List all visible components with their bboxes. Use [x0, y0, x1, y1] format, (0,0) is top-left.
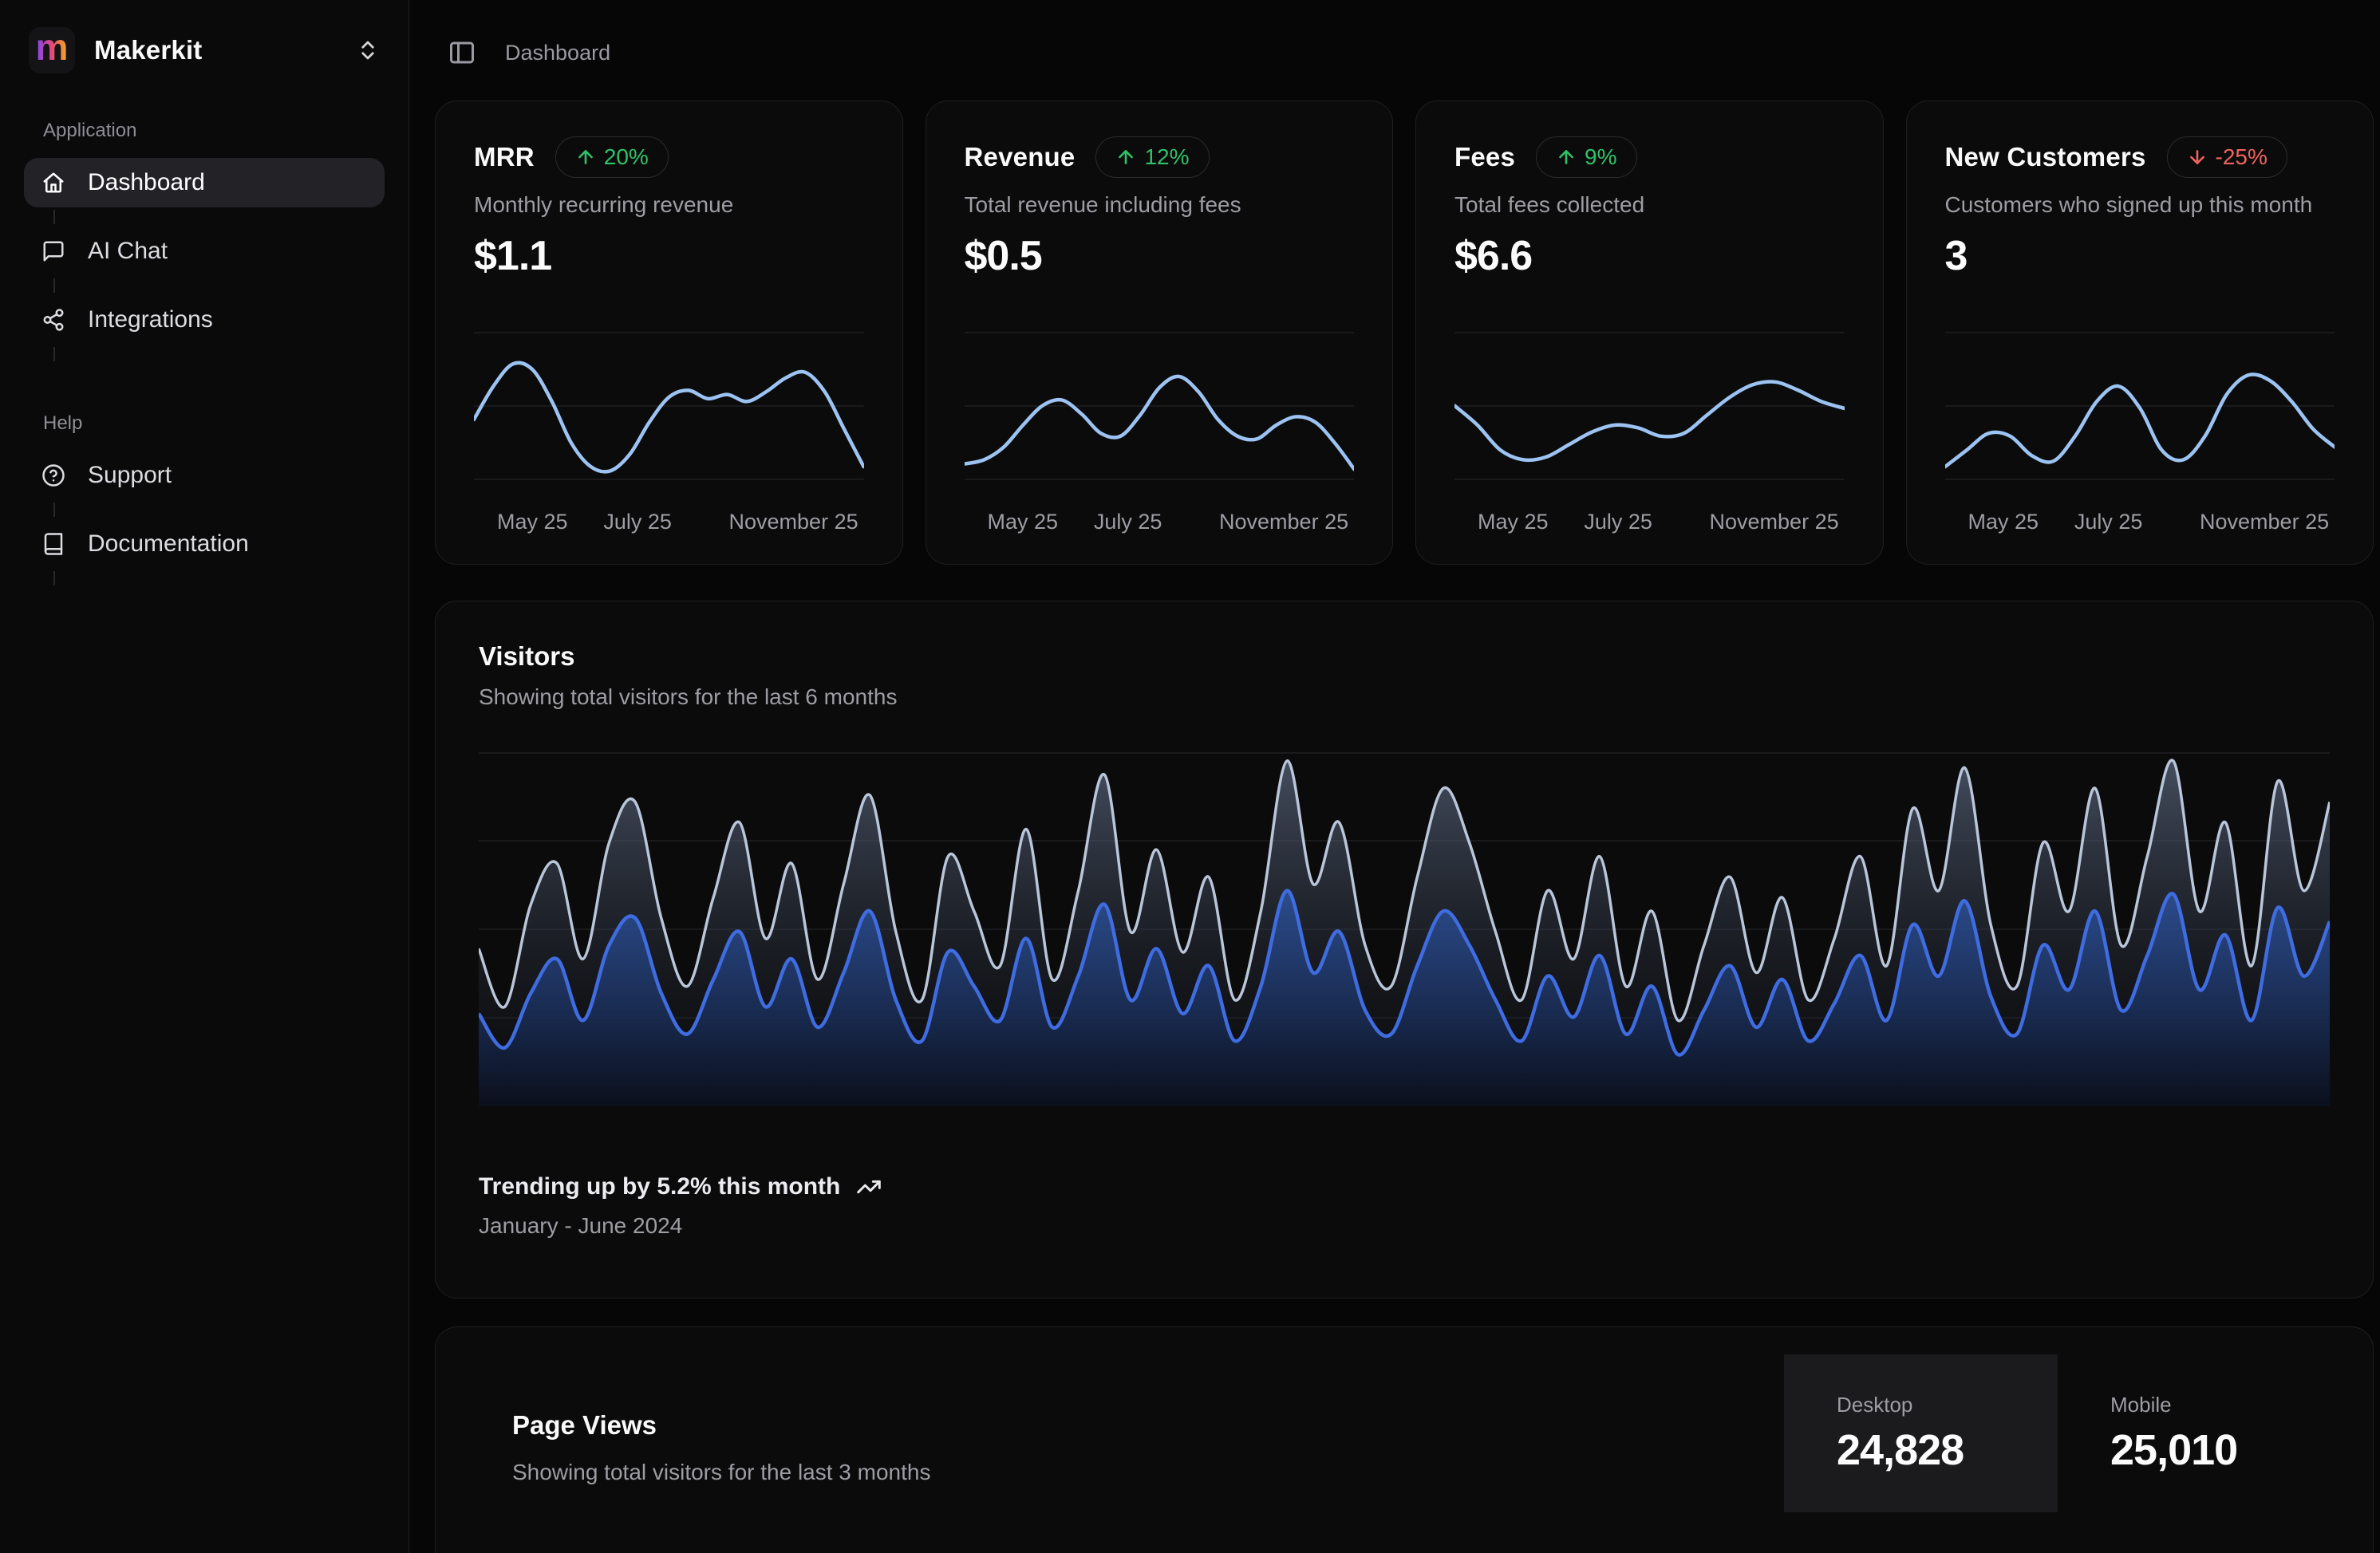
sparkline-chart	[1454, 326, 1845, 489]
visitors-title: Visitors	[479, 641, 2330, 672]
sidebar-item-integrations[interactable]: Integrations	[24, 295, 385, 345]
toggle-value: 24,828	[1837, 1425, 2058, 1475]
tree-guide	[53, 503, 55, 517]
help-circle-icon	[41, 463, 65, 487]
visitors-period: January - June 2024	[479, 1213, 2330, 1239]
sparkline-chart	[1945, 326, 2335, 489]
visitors-trend: Trending up by 5.2% this month	[479, 1173, 2330, 1200]
sidebar-item-label: Documentation	[88, 530, 249, 558]
topbar: Dashboard	[435, 0, 2374, 101]
visitors-area-chart	[479, 751, 2330, 1106]
sidebar-item-dashboard[interactable]: Dashboard	[24, 158, 385, 207]
sparkline-x-axis: May 25July 25November 25	[965, 510, 1355, 537]
visitors-subtitle: Showing total visitors for the last 6 mo…	[479, 684, 2330, 710]
sidebar-item-label: AI Chat	[88, 238, 168, 265]
toggle-desktop[interactable]: Desktop 24,828	[1784, 1354, 2058, 1512]
main-content: Dashboard MRR 20% Monthly recurring reve…	[409, 0, 2380, 1553]
sidebar-item-label: Integrations	[88, 306, 213, 333]
book-icon	[41, 532, 65, 556]
stat-cards-row: MRR 20% Monthly recurring revenue $1.1 M…	[435, 101, 2374, 565]
page-views-title: Page Views	[512, 1410, 930, 1441]
sparkline-x-axis: May 25July 25November 25	[1945, 510, 2335, 537]
trend-badge: 20%	[555, 136, 669, 178]
stat-value: $6.6	[1454, 232, 1845, 280]
stat-description: Total revenue including fees	[965, 192, 1355, 218]
arrow-up-icon	[1115, 147, 1136, 168]
stat-value: $0.5	[965, 232, 1355, 280]
stat-value: $1.1	[474, 232, 864, 280]
message-square-icon	[41, 239, 65, 263]
sidebar: m Makerkit Application Dashboard AI Chat…	[0, 0, 409, 1553]
arrow-up-icon	[575, 147, 596, 168]
toggle-value: 25,010	[2110, 1425, 2331, 1475]
stat-title: MRR	[474, 142, 535, 172]
page-views-subtitle: Showing total visitors for the last 3 mo…	[512, 1460, 930, 1485]
sidebar-item-ai-chat[interactable]: AI Chat	[24, 227, 385, 276]
stat-description: Monthly recurring revenue	[474, 192, 864, 218]
tree-guide	[53, 210, 55, 224]
arrow-down-icon	[2187, 147, 2208, 168]
sparkline-chart	[474, 326, 864, 489]
toggle-label: Mobile	[2110, 1393, 2331, 1417]
sparkline-x-axis: May 25July 25November 25	[474, 510, 864, 537]
workspace-name: Makerkit	[94, 35, 337, 65]
sparkline-chart	[965, 326, 1355, 489]
stat-value: 3	[1945, 232, 2335, 280]
stat-card-fees: Fees 9% Total fees collected $6.6 May 25…	[1415, 101, 1884, 565]
stat-card-new-customers: New Customers -25% Customers who signed …	[1906, 101, 2374, 565]
tree-guide	[53, 571, 55, 585]
stat-card-revenue: Revenue 12% Total revenue including fees…	[926, 101, 1394, 565]
tree-guide	[53, 278, 55, 293]
makerkit-logo: m	[29, 27, 75, 73]
sidebar-toggle-icon[interactable]	[448, 38, 476, 67]
stat-title: Fees	[1454, 142, 1515, 172]
workspace-selector[interactable]: m Makerkit	[24, 24, 385, 77]
trend-badge: -25%	[2167, 136, 2287, 178]
share-icon	[41, 308, 65, 332]
toggle-label: Desktop	[1837, 1393, 2058, 1417]
trend-badge: 12%	[1095, 136, 1209, 178]
sidebar-item-label: Dashboard	[88, 169, 205, 196]
breadcrumb: Dashboard	[505, 41, 610, 65]
sidebar-item-support[interactable]: Support	[24, 451, 385, 500]
toggle-mobile[interactable]: Mobile 25,010	[2058, 1354, 2331, 1512]
stat-description: Customers who signed up this month	[1945, 192, 2335, 218]
page-views-toggles: Desktop 24,828 Mobile 25,010	[1784, 1354, 2331, 1512]
visitors-card: Visitors Showing total visitors for the …	[435, 601, 2374, 1299]
sidebar-section-help: Help	[43, 412, 385, 435]
sidebar-section-application: Application	[43, 120, 385, 142]
page-views-card: Page Views Showing total visitors for th…	[435, 1326, 2374, 1553]
trending-up-icon	[856, 1174, 882, 1200]
tree-guide	[53, 347, 55, 361]
stat-card-mrr: MRR 20% Monthly recurring revenue $1.1 M…	[435, 101, 903, 565]
stat-title: Revenue	[965, 142, 1076, 172]
trend-badge: 9%	[1536, 136, 1636, 178]
sidebar-item-label: Support	[88, 462, 172, 489]
arrow-up-icon	[1556, 147, 1577, 168]
stat-title: New Customers	[1945, 142, 2146, 172]
home-icon	[41, 171, 65, 195]
chevrons-up-down-icon	[356, 38, 380, 62]
sidebar-item-documentation[interactable]: Documentation	[24, 519, 385, 569]
sparkline-x-axis: May 25July 25November 25	[1454, 510, 1845, 537]
stat-description: Total fees collected	[1454, 192, 1845, 218]
